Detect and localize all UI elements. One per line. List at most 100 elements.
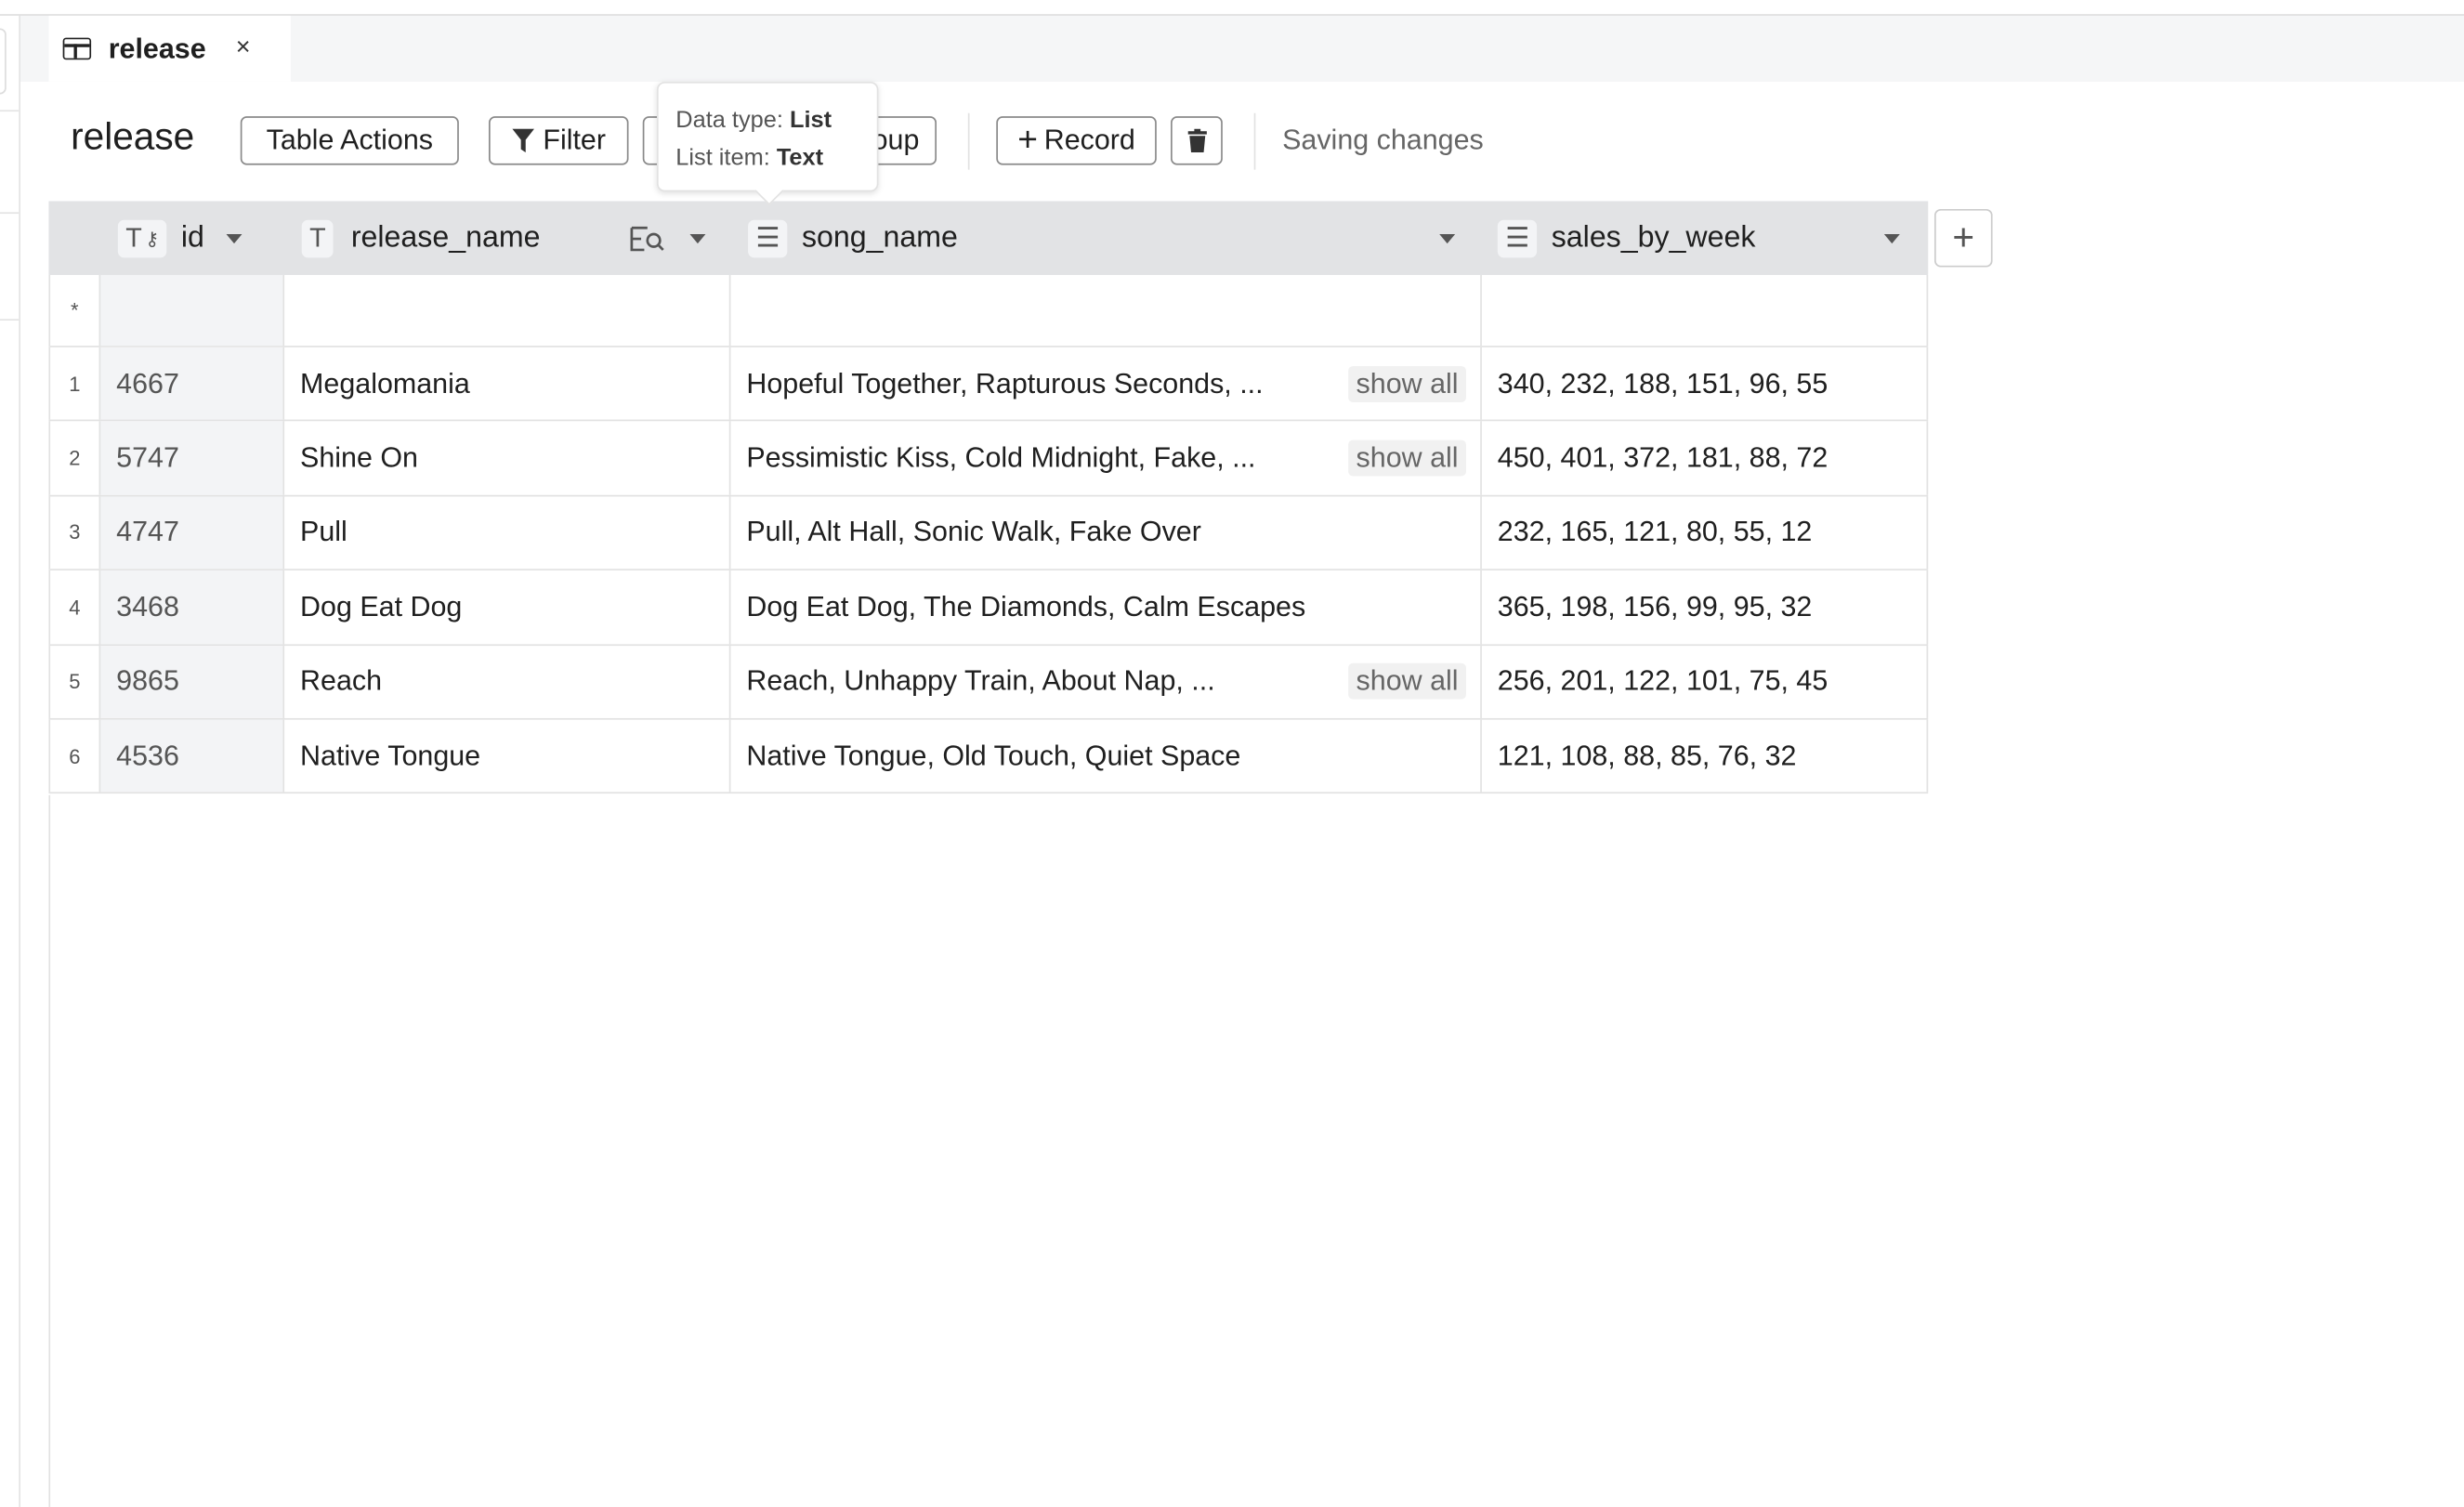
tab-release[interactable]: release × — [48, 15, 291, 82]
row-number: 2 — [48, 421, 98, 495]
sidebar-handle[interactable] — [0, 28, 7, 95]
cell-song-name[interactable]: Dog Eat Dog, The Diamonds, Calm Escapes — [728, 570, 1480, 644]
filter-button[interactable]: Filter — [488, 116, 629, 165]
table-row[interactable]: 2 5747 Shine On Pessimistic Kiss, Cold Midn… — [48, 421, 1929, 497]
cell-sales-by-week[interactable]: 365, 198, 156, 99, 95, 32 — [1480, 570, 1929, 644]
tooltip-label: List item: — [675, 144, 770, 172]
column-name: release_name — [350, 220, 541, 255]
chevron-down-icon[interactable] — [689, 233, 706, 243]
trash-icon — [1186, 128, 1207, 153]
cell-sales-by-week[interactable]: 340, 232, 188, 151, 96, 55 — [1480, 347, 1929, 421]
button-label: Filter — [543, 124, 606, 156]
cell-release-name[interactable]: Shine On — [282, 421, 728, 495]
column-header-id[interactable]: T ⚷ id — [117, 201, 283, 274]
grid-border — [48, 794, 51, 1507]
song-list-text: Pull, Alt Hall, Sonic Walk, Fake Over — [746, 516, 1201, 548]
chevron-down-icon[interactable] — [1883, 233, 1900, 243]
cell-id[interactable] — [98, 274, 283, 347]
cell-sales-by-week[interactable] — [1480, 274, 1929, 347]
tooltip-label: Data type: — [675, 107, 783, 134]
song-list-text: Native Tongue, Old Touch, Quiet Space — [746, 740, 1241, 771]
row-number: 3 — [48, 496, 98, 570]
cell-release-name[interactable]: Pull — [282, 496, 728, 570]
button-label: Record — [1043, 124, 1135, 156]
plus-icon: + — [1017, 118, 1038, 158]
column-name: sales_by_week — [1551, 220, 1756, 255]
table-row[interactable]: 4 3468 Dog Eat Dog Dog Eat Dog, The Diamond… — [48, 570, 1929, 646]
sidebar-divider — [0, 110, 20, 112]
table-row[interactable]: 5 9865 Reach Reach, Unhappy Train, About Na… — [48, 645, 1929, 720]
sidebar-divider — [0, 212, 20, 215]
cell-song-name[interactable] — [728, 274, 1480, 347]
table-actions-button[interactable]: Table Actions — [240, 116, 459, 165]
chevron-down-icon[interactable] — [226, 233, 242, 243]
cell-sales-by-week[interactable]: 121, 108, 88, 85, 76, 32 — [1480, 719, 1929, 793]
cell-id[interactable]: 3468 — [98, 570, 283, 644]
cell-id[interactable]: 4536 — [98, 719, 283, 793]
text-key-type-icon: T ⚷ — [117, 218, 167, 257]
toolbar-divider — [967, 112, 970, 170]
column-type-tooltip: Data type: List List item: Text — [656, 81, 879, 206]
table-row[interactable]: 3 4747 Pull Pull, Alt Hall, Sonic Walk, Fak… — [48, 496, 1929, 571]
song-list-text: Reach, Unhappy Train, About Nap, ... — [746, 664, 1215, 697]
page-title: release — [71, 116, 195, 159]
tab-bar — [20, 15, 2464, 82]
cell-release-name[interactable]: Dog Eat Dog — [282, 570, 728, 644]
tooltip-value: Text — [776, 144, 824, 172]
key-icon: ⚷ — [145, 227, 160, 250]
button-label: oup — [872, 124, 920, 156]
show-all-button[interactable]: show all — [1348, 439, 1466, 477]
table-header: T ⚷ id T release_name ☰ song_name ☰ sales… — [48, 201, 1929, 275]
song-list-text: Hopeful Together, Rapturous Seconds, ... — [746, 367, 1264, 400]
list-icon: ☰ — [748, 218, 788, 257]
row-number: 4 — [48, 570, 98, 644]
song-list-text: Pessimistic Kiss, Cold Midnight, Fake, .… — [746, 441, 1256, 474]
tooltip-value: List — [789, 107, 832, 134]
column-header-sales-by-week[interactable]: ☰ sales_by_week — [1497, 201, 1922, 274]
row-number: 6 — [48, 719, 98, 793]
cell-song-name[interactable]: Native Tongue, Old Touch, Quiet Space — [728, 719, 1480, 793]
tab-label: release — [108, 32, 206, 64]
cell-release-name[interactable]: Native Tongue — [282, 719, 728, 793]
cell-sales-by-week[interactable]: 256, 201, 122, 101, 75, 45 — [1480, 645, 1929, 718]
sidebar-divider — [0, 319, 20, 321]
show-all-button[interactable]: show all — [1348, 663, 1466, 701]
cell-release-name[interactable]: Reach — [282, 645, 728, 718]
show-all-button[interactable]: show all — [1348, 365, 1466, 402]
add-record-button[interactable]: + Record — [996, 116, 1157, 165]
cell-sales-by-week[interactable]: 450, 401, 372, 181, 88, 72 — [1480, 421, 1929, 495]
close-icon[interactable]: × — [236, 34, 251, 62]
plus-icon: + — [1952, 216, 1975, 259]
button-label: Table Actions — [266, 124, 434, 156]
cell-song-name[interactable]: Hopeful Together, Rapturous Seconds, ...… — [728, 347, 1480, 421]
table-row[interactable]: 6 4536 Native Tongue Native Tongue, Old Tou… — [48, 719, 1929, 794]
add-column-button[interactable]: + — [1933, 208, 1993, 268]
row-number: 5 — [48, 645, 98, 718]
cell-release-name[interactable]: Megalomania — [282, 347, 728, 421]
new-row-marker: * — [48, 274, 98, 347]
save-status: Saving changes — [1282, 124, 1484, 156]
text-type-icon: T — [301, 218, 334, 257]
list-icon: ☰ — [1497, 218, 1538, 257]
cell-id[interactable]: 9865 — [98, 645, 283, 718]
column-header-song-name[interactable]: ☰ song_name — [748, 201, 1471, 274]
column-name: song_name — [801, 220, 958, 255]
column-header-release-name[interactable]: T release_name — [301, 201, 727, 274]
cell-song-name[interactable]: Pull, Alt Hall, Sonic Walk, Fake Over — [728, 496, 1480, 570]
cell-sales-by-week[interactable]: 232, 165, 121, 80, 55, 12 — [1480, 496, 1929, 570]
table-icon — [62, 37, 92, 60]
cell-id[interactable]: 5747 — [98, 421, 283, 495]
search-lookup-icon[interactable] — [629, 224, 667, 252]
chevron-down-icon[interactable] — [1439, 233, 1456, 243]
new-row[interactable]: * — [48, 274, 1929, 347]
cell-id[interactable]: 4747 — [98, 496, 283, 570]
cell-song-name[interactable]: Pessimistic Kiss, Cold Midnight, Fake, .… — [728, 421, 1480, 495]
delete-button[interactable] — [1171, 116, 1223, 165]
cell-release-name[interactable] — [282, 274, 728, 347]
song-list-text: Dog Eat Dog, The Diamonds, Calm Escapes — [746, 590, 1306, 622]
column-name: id — [180, 220, 204, 255]
cell-id[interactable]: 4667 — [98, 347, 283, 421]
cell-song-name[interactable]: Reach, Unhappy Train, About Nap, ... show… — [728, 645, 1480, 718]
table-row[interactable]: 1 4667 Megalomania Hopeful Together, Raptur… — [48, 347, 1929, 422]
left-sidebar — [0, 15, 20, 1507]
